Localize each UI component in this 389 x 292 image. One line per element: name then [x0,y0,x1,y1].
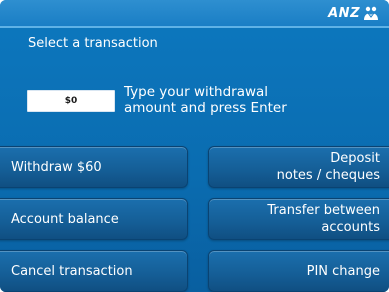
instruction-line-2: amount and press Enter [124,100,287,116]
instruction-text: Type your withdrawal amount and press En… [124,84,287,116]
header-divider [0,26,389,28]
deposit-button[interactable]: Deposit notes / cheques [208,146,389,188]
logo-text: ANZ [328,5,360,21]
pin-change-button[interactable]: PIN change [208,250,389,292]
account-balance-button[interactable]: Account balance [0,198,188,240]
deposit-label-line-1: Deposit [330,151,380,166]
withdraw-60-label: Withdraw $60 [11,159,102,175]
amount-value: $0 [64,96,78,106]
anz-people-icon [364,6,378,20]
account-balance-label: Account balance [11,211,119,227]
cancel-transaction-label: Cancel transaction [11,263,133,279]
amount-input[interactable]: $0 [27,90,115,112]
cancel-transaction-button[interactable]: Cancel transaction [0,250,188,292]
transfer-label-line-2: accounts [321,220,380,235]
pin-change-label: PIN change [306,263,380,279]
withdraw-60-button[interactable]: Withdraw $60 [0,146,188,188]
transfer-label-line-1: Transfer between [267,203,380,218]
transfer-label: Transfer between accounts [267,202,380,236]
deposit-label-line-2: notes / cheques [276,168,380,183]
screen-title: Select a transaction [28,36,158,51]
instruction-line-1: Type your withdrawal [124,84,269,100]
atm-screen: ANZ Select a transaction $0 Type your wi… [0,0,389,292]
top-bar: ANZ [0,0,389,26]
anz-logo: ANZ [328,5,379,21]
transfer-between-accounts-button[interactable]: Transfer between accounts [208,198,389,240]
deposit-label: Deposit notes / cheques [277,150,380,184]
